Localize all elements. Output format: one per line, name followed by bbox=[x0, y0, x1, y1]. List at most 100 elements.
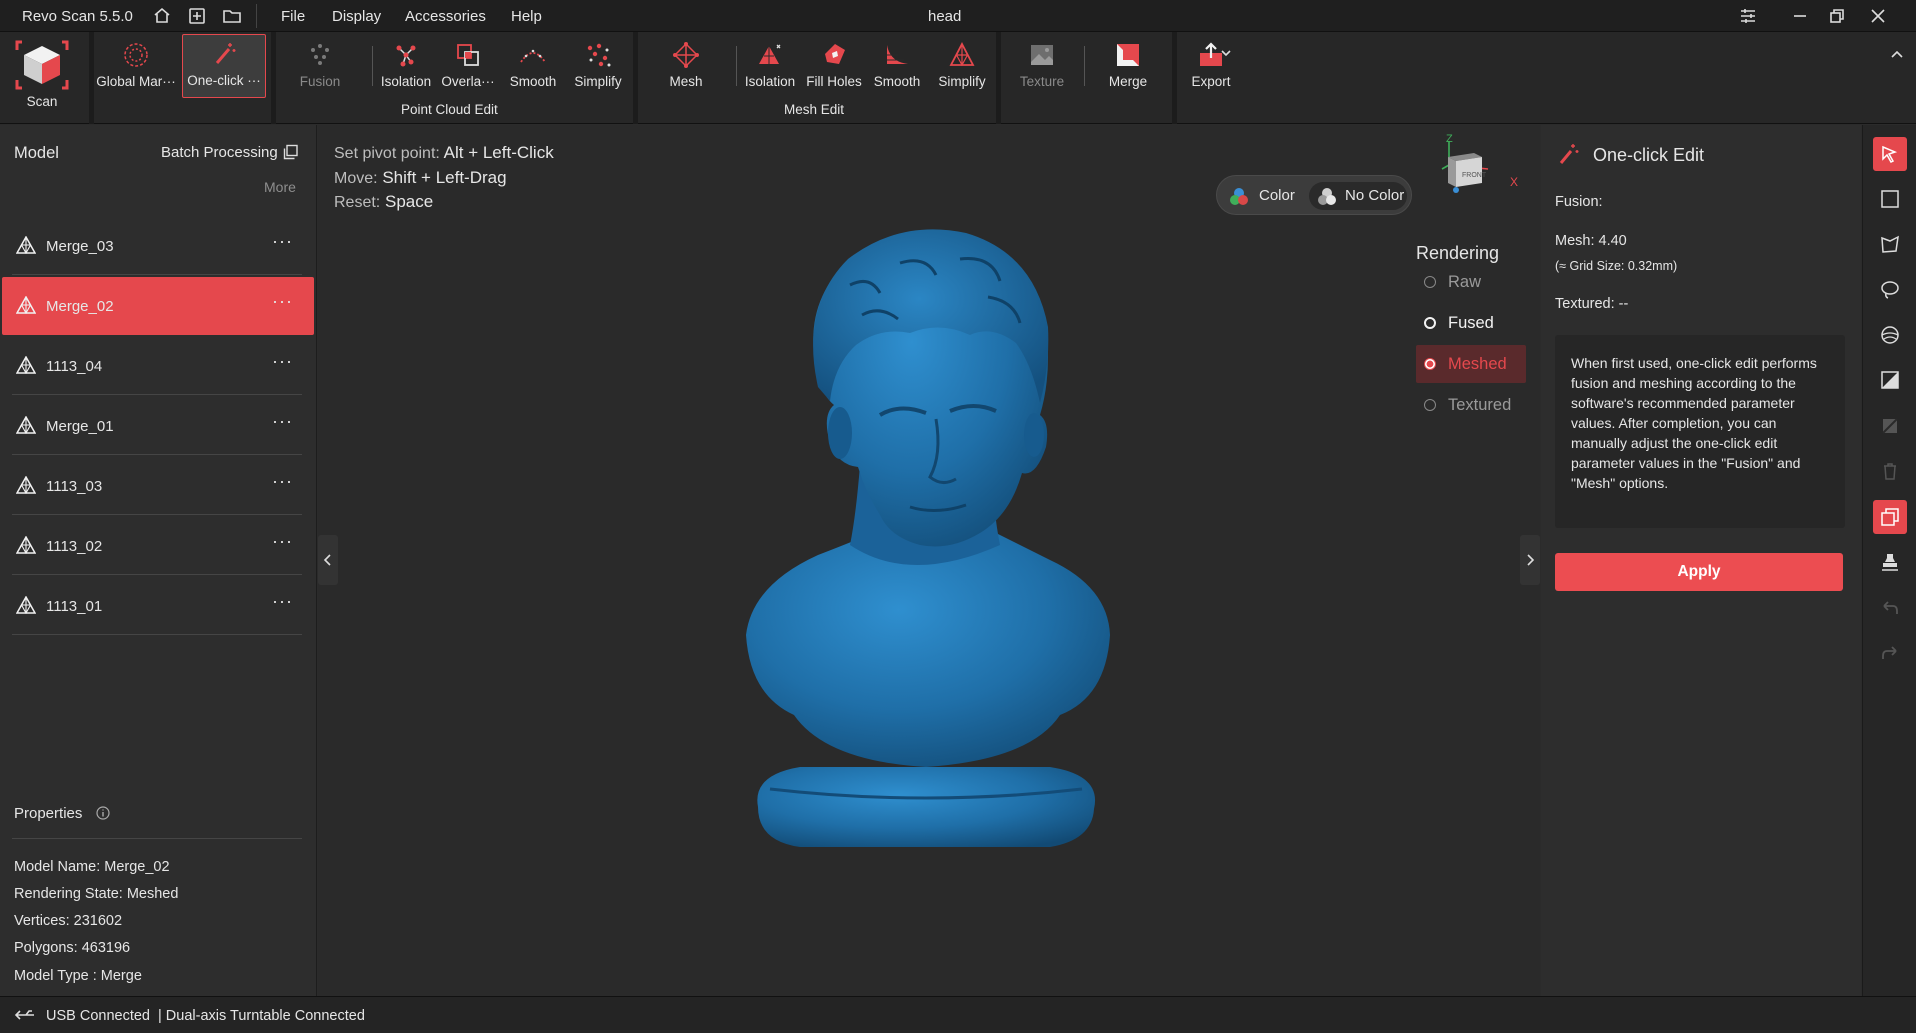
mesh-isolation-label: Isolation bbox=[744, 74, 796, 89]
mesh-button[interactable]: Mesh bbox=[656, 36, 716, 98]
mesh-icon bbox=[673, 42, 699, 68]
stamp-icon bbox=[1882, 554, 1898, 571]
home-icon[interactable] bbox=[152, 6, 172, 26]
batch-processing-button[interactable]: Batch Processing bbox=[161, 144, 278, 161]
open-folder-icon[interactable] bbox=[222, 6, 242, 26]
collapse-right-panel-tab[interactable] bbox=[1520, 535, 1540, 585]
rectangle-select-tool[interactable] bbox=[1873, 182, 1907, 216]
mesh-simplify-button[interactable]: Simplify bbox=[932, 36, 992, 98]
plane-cut-icon bbox=[1881, 371, 1899, 389]
model-more-options[interactable]: ··· bbox=[272, 291, 293, 312]
model-more-options[interactable]: ··· bbox=[272, 231, 293, 252]
model-more-options[interactable]: ··· bbox=[272, 351, 293, 372]
model-list-item[interactable]: 1113_03 ··· bbox=[2, 457, 314, 515]
model-list-item[interactable]: Merge_01 ··· bbox=[2, 397, 314, 455]
new-project-icon[interactable] bbox=[187, 6, 207, 26]
menu-help[interactable]: Help bbox=[511, 8, 542, 25]
restore-icon[interactable] bbox=[1827, 6, 1847, 26]
more-button[interactable]: More bbox=[264, 179, 296, 195]
rendering-option-raw[interactable]: Raw bbox=[1416, 263, 1526, 301]
export-dropdown-chevron-icon[interactable] bbox=[1220, 46, 1232, 64]
minimize-icon[interactable] bbox=[1790, 6, 1810, 26]
apply-button[interactable]: Apply bbox=[1555, 553, 1843, 591]
collapse-left-panel-tab[interactable] bbox=[318, 535, 338, 585]
info-icon[interactable] bbox=[96, 806, 110, 825]
pointer-select-tool[interactable] bbox=[1873, 137, 1907, 171]
global-markers-button[interactable]: Global Mar··· bbox=[94, 36, 178, 98]
usb-status: USB Connected bbox=[46, 1008, 150, 1024]
model-list-item[interactable]: Merge_02 ··· bbox=[2, 277, 314, 335]
redo-button[interactable] bbox=[1873, 636, 1907, 670]
hint-move: Move: Shift + Left-Drag bbox=[334, 168, 507, 187]
merge-label: Merge bbox=[1108, 74, 1148, 89]
plane-cut-tool[interactable] bbox=[1873, 363, 1907, 397]
color-mode-toggle: Color No Color bbox=[1216, 175, 1412, 215]
model-list-item[interactable]: 1113_01 ··· bbox=[2, 577, 314, 635]
trash-icon bbox=[1884, 463, 1896, 480]
mesh-edit-group-label: Mesh Edit bbox=[784, 102, 845, 117]
settings-sliders-icon[interactable] bbox=[1738, 6, 1758, 26]
title-bar: Revo Scan 5.5.0 File Display Accessories… bbox=[0, 0, 1916, 32]
fusion-button[interactable]: Fusion bbox=[288, 36, 352, 98]
cursor-icon bbox=[1882, 145, 1898, 163]
no-color-option[interactable]: No Color bbox=[1309, 182, 1407, 210]
scan-cube-icon bbox=[15, 40, 69, 90]
one-click-edit-button[interactable]: One-click ··· bbox=[182, 34, 266, 98]
menu-file[interactable]: File bbox=[281, 8, 305, 25]
mesh-isolation-icon bbox=[759, 44, 781, 64]
chevron-right-icon bbox=[1527, 554, 1535, 566]
mesh-smooth-button[interactable]: Smooth bbox=[867, 36, 927, 98]
model-list-item[interactable]: 1113_04 ··· bbox=[2, 337, 314, 395]
color-option[interactable]: Color bbox=[1225, 182, 1313, 210]
invert-selection-tool[interactable] bbox=[1873, 409, 1907, 443]
model-more-options[interactable]: ··· bbox=[272, 591, 293, 612]
chevron-left-icon bbox=[323, 554, 331, 566]
lasso-icon bbox=[1881, 281, 1899, 299]
texture-button[interactable]: Texture bbox=[1012, 36, 1072, 98]
batch-processing-icon[interactable] bbox=[283, 144, 299, 165]
3d-viewport[interactable]: Set pivot point: Alt + Left-Click Move: … bbox=[318, 125, 1540, 996]
fusion-value: Fusion: bbox=[1555, 194, 1603, 210]
radio-icon bbox=[1424, 317, 1436, 329]
menu-accessories[interactable]: Accessories bbox=[405, 8, 486, 25]
select-through-tool[interactable] bbox=[1873, 500, 1907, 534]
collapse-ribbon-chevron-up-icon[interactable] bbox=[1890, 48, 1904, 67]
pc-isolation-button[interactable]: Isolation bbox=[376, 36, 436, 98]
gray-dots-icon bbox=[1318, 188, 1336, 205]
mesh-triangle-icon bbox=[16, 596, 36, 614]
brush-select-tool[interactable] bbox=[1873, 318, 1907, 352]
pc-overlap-button[interactable]: Overla··· bbox=[438, 36, 498, 98]
mesh-triangle-icon bbox=[16, 476, 36, 494]
radio-icon bbox=[1424, 276, 1436, 288]
merge-icon bbox=[1117, 44, 1139, 66]
mesh-isolation-button[interactable]: Isolation bbox=[740, 36, 800, 98]
rendering-option-fused[interactable]: Fused bbox=[1416, 304, 1526, 342]
mesh-triangle-icon bbox=[16, 416, 36, 434]
model-more-options[interactable]: ··· bbox=[272, 531, 293, 552]
texture-label: Texture bbox=[1019, 74, 1065, 89]
rendering-option-textured[interactable]: Textured bbox=[1416, 386, 1526, 424]
pc-simplify-button[interactable]: Simplify bbox=[568, 36, 628, 98]
model-more-options[interactable]: ··· bbox=[272, 471, 293, 492]
polygon-select-tool[interactable] bbox=[1873, 228, 1907, 262]
close-icon[interactable] bbox=[1868, 6, 1888, 26]
menu-display[interactable]: Display bbox=[332, 8, 381, 25]
pc-simplify-label: Simplify bbox=[574, 74, 622, 89]
undo-button[interactable] bbox=[1873, 591, 1907, 625]
view-cube[interactable]: Z X FRONT bbox=[1440, 133, 1520, 215]
lasso-select-tool[interactable] bbox=[1873, 273, 1907, 307]
pc-smooth-button[interactable]: Smooth bbox=[503, 36, 563, 98]
fill-holes-button[interactable]: Fill Holes bbox=[803, 36, 865, 98]
scan-button[interactable]: Scan bbox=[6, 34, 78, 120]
usb-icon bbox=[14, 1008, 36, 1027]
fill-holes-icon bbox=[825, 44, 845, 64]
property-model-type: Model Type : Merge bbox=[14, 968, 142, 984]
model-list-item[interactable]: 1113_02 ··· bbox=[2, 517, 314, 575]
rendering-option-meshed[interactable]: Meshed bbox=[1416, 345, 1526, 383]
merge-button[interactable]: Merge bbox=[1098, 36, 1158, 98]
delete-tool[interactable] bbox=[1873, 454, 1907, 488]
model-list-item[interactable]: Merge_03 ··· bbox=[2, 217, 314, 275]
place-on-turntable-tool[interactable] bbox=[1873, 545, 1907, 579]
model-more-options[interactable]: ··· bbox=[272, 411, 293, 432]
property-rendering-state: Rendering State: Meshed bbox=[14, 886, 179, 902]
